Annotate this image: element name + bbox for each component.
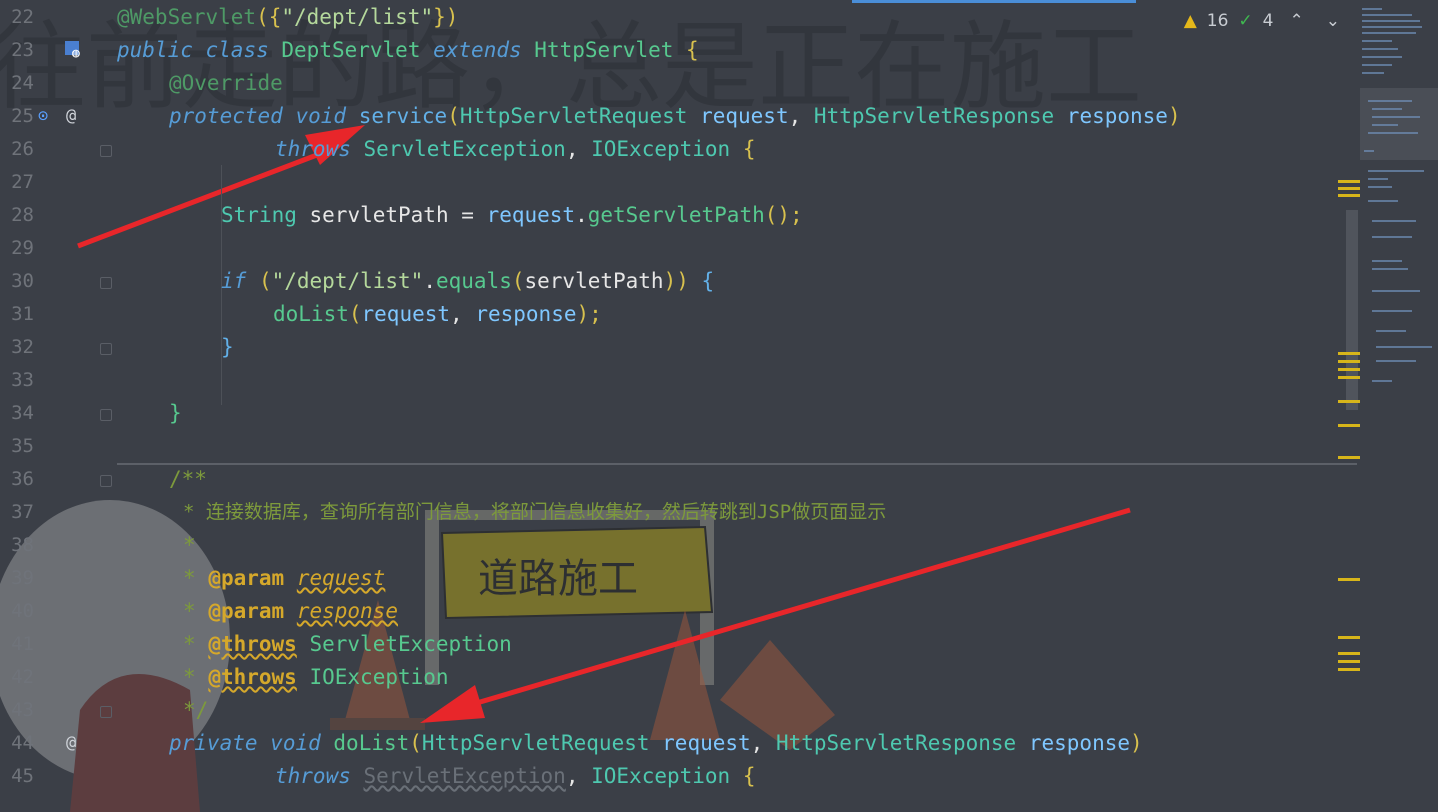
code-line-22: @WebServlet({"/dept/list"}) xyxy=(117,5,459,29)
code-line-25: protected void service(HttpServletReques… xyxy=(169,104,1181,128)
code-line-45: throws ServletException, IOException { xyxy=(275,764,756,788)
warning-marker[interactable] xyxy=(1338,456,1360,459)
code-line-32: } xyxy=(221,335,234,359)
code-line-40: * @param response xyxy=(183,599,398,623)
warning-marker[interactable] xyxy=(1338,376,1360,379)
warning-marker[interactable] xyxy=(1338,424,1360,427)
warning-marker[interactable] xyxy=(1338,636,1360,639)
code-line-23: public class DeptServlet extends HttpSer… xyxy=(117,38,699,62)
code-minimap[interactable] xyxy=(1360,0,1438,812)
code-line-26: throws ServletException, IOException { xyxy=(275,137,756,161)
code-line-38: * xyxy=(183,533,196,557)
code-line-31: doList(request, response); xyxy=(273,302,602,326)
code-line-42: * @throws IOException xyxy=(183,665,449,689)
code-line-36: /** xyxy=(169,467,207,491)
warning-marker[interactable] xyxy=(1338,400,1360,403)
warning-marker[interactable] xyxy=(1338,668,1360,671)
code-line-24: @Override xyxy=(169,71,283,95)
warning-marker[interactable] xyxy=(1338,187,1360,190)
warning-marker[interactable] xyxy=(1338,368,1360,371)
code-line-41: * @throws ServletException xyxy=(183,632,512,656)
warning-marker[interactable] xyxy=(1338,660,1360,663)
code-line-37: * 连接数据库，查询所有部门信息，将部门信息收集好，然后转跳到JSP做页面显示 xyxy=(183,501,887,523)
code-line-28: String servletPath = request.getServletP… xyxy=(221,203,803,227)
code-line-43: */ xyxy=(183,698,209,722)
code-line-30: if ("/dept/list".equals(servletPath)) { xyxy=(221,269,715,293)
code-line-39: * @param request xyxy=(183,566,386,590)
warning-marker[interactable] xyxy=(1338,194,1360,197)
warning-marker[interactable] xyxy=(1338,352,1360,355)
warning-marker[interactable] xyxy=(1338,578,1360,581)
code-line-44: private void doList(HttpServletRequest r… xyxy=(169,731,1143,755)
vertical-scrollbar[interactable] xyxy=(1346,210,1358,410)
warning-marker[interactable] xyxy=(1338,360,1360,363)
warning-marker[interactable] xyxy=(1338,180,1360,183)
code-editor[interactable]: @WebServlet({"/dept/list"}) public class… xyxy=(0,0,1340,812)
code-line-34: } xyxy=(169,401,182,425)
warning-marker[interactable] xyxy=(1338,652,1360,655)
